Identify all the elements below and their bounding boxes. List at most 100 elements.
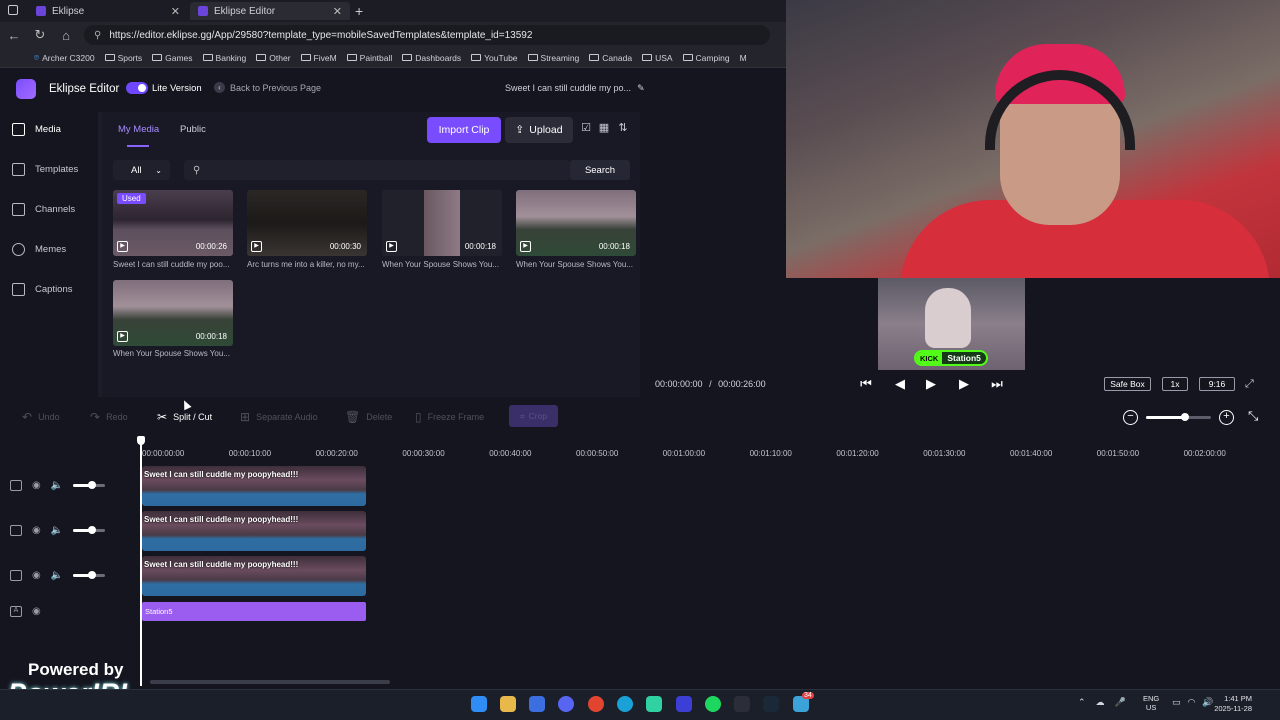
skip-to-start-icon[interactable]: ⏮: [857, 376, 875, 392]
crop-button[interactable]: ⌗ Crop: [509, 405, 558, 427]
speaker-icon[interactable]: 🔈: [51, 480, 63, 491]
monitor-icon[interactable]: ▭: [1172, 697, 1181, 708]
language-indicator[interactable]: ENG US: [1143, 694, 1159, 712]
video-clip[interactable]: Sweet I can still cuddle my poopyhead!!!: [142, 556, 366, 596]
volume-handle[interactable]: [88, 526, 97, 534]
bookmark-m[interactable]: M: [740, 53, 747, 63]
site-info-icon[interactable]: ⚲: [94, 30, 101, 41]
url-field[interactable]: ⚲ https://editor.eklipse.gg/App/29580?te…: [84, 25, 770, 45]
close-tab-icon[interactable]: ✕: [171, 5, 180, 18]
media-clip-thumbnail[interactable]: ▶ 00:00:18: [113, 280, 233, 346]
bookmark-folder-youtube[interactable]: YouTube: [471, 53, 518, 63]
tab-public[interactable]: Public: [180, 124, 206, 135]
eye-icon[interactable]: ◉: [32, 525, 41, 536]
playhead-handle[interactable]: [137, 436, 145, 445]
undo-button[interactable]: ↶ Undo: [22, 410, 60, 424]
browser-tab-editor[interactable]: Eklipse Editor ✕: [190, 2, 350, 20]
volume-handle[interactable]: [88, 571, 97, 579]
back-arrow-icon[interactable]: ←: [6, 28, 22, 43]
playhead[interactable]: [140, 438, 142, 686]
bookmark-folder-paintball[interactable]: Paintball: [346, 53, 392, 63]
freeze-frame-button[interactable]: ▯ Freeze Frame: [415, 410, 484, 424]
select-checkbox-icon[interactable]: ☑: [580, 122, 592, 134]
cloud-icon[interactable]: ☁: [1096, 697, 1105, 708]
grid-view-icon[interactable]: ▦: [598, 122, 610, 134]
sidebar-item-captions[interactable]: Captions: [12, 283, 73, 296]
file-explorer-icon[interactable]: [500, 696, 516, 712]
video-clip[interactable]: Sweet I can still cuddle my poopyhead!!!: [142, 466, 366, 506]
zoom-out-icon[interactable]: −: [1123, 410, 1138, 425]
app-icon[interactable]: [646, 696, 662, 712]
upload-button[interactable]: ⇪ Upload: [505, 117, 573, 143]
chevron-up-icon[interactable]: ⌃: [1078, 697, 1086, 708]
track-volume-slider[interactable]: [73, 481, 106, 489]
redo-button[interactable]: ↷ Redo: [90, 410, 128, 424]
store-icon[interactable]: [529, 696, 545, 712]
bookmark-folder-sports[interactable]: Sports: [104, 53, 142, 63]
sidebar-item-channels[interactable]: Channels: [12, 203, 75, 216]
fit-timeline-icon[interactable]: ⤡: [1248, 408, 1258, 424]
browser-tab-eklipse[interactable]: Eklipse ✕: [28, 2, 188, 20]
bookmark-folder-streaming[interactable]: Streaming: [527, 53, 579, 63]
media-clip-thumbnail[interactable]: ▶ 00:00:18: [516, 190, 636, 256]
aspect-ratio-button[interactable]: 9:16: [1199, 377, 1235, 391]
pencil-icon[interactable]: ✎: [637, 83, 645, 94]
video-clip[interactable]: Sweet I can still cuddle my poopyhead!!!: [142, 511, 366, 551]
speaker-icon[interactable]: 🔈: [51, 525, 63, 536]
wifi-icon[interactable]: ◠: [1188, 697, 1196, 708]
track-volume-slider[interactable]: [73, 571, 106, 579]
sidebar-item-media[interactable]: Media: [12, 123, 61, 136]
zoom-slider-handle[interactable]: [1181, 413, 1189, 421]
media-search-input[interactable]: ⚲: [184, 160, 570, 180]
volume-handle[interactable]: [88, 481, 97, 489]
eye-icon[interactable]: ◉: [32, 480, 41, 491]
app-icon[interactable]: [676, 696, 692, 712]
search-button[interactable]: Search: [570, 160, 630, 180]
split-cut-button[interactable]: ✂ Split / Cut: [157, 410, 212, 424]
chrome-icon[interactable]: [588, 696, 604, 712]
eye-icon[interactable]: ◉: [32, 570, 41, 581]
bookmark-folder-banking[interactable]: Banking: [202, 53, 246, 63]
sort-icon[interactable]: ⇅: [617, 122, 629, 134]
step-forward-icon[interactable]: ▶: [955, 376, 973, 392]
import-clip-button[interactable]: Import Clip: [427, 117, 501, 143]
bookmark-folder-camping[interactable]: Camping: [682, 53, 730, 63]
zoom-in-icon[interactable]: +: [1219, 410, 1234, 425]
bg-app-icon[interactable]: [734, 696, 750, 712]
sidebar-item-memes[interactable]: Memes: [12, 243, 66, 256]
start-icon[interactable]: [471, 696, 487, 712]
delete-button[interactable]: 🗑 Delete: [345, 410, 392, 424]
lite-version-toggle[interactable]: [126, 82, 148, 94]
reload-icon[interactable]: ↻: [32, 27, 48, 43]
discord-icon[interactable]: [558, 696, 574, 712]
skip-to-end-icon[interactable]: ⏭: [988, 376, 1006, 392]
track-volume-slider[interactable]: [73, 526, 106, 534]
spotify-icon[interactable]: [705, 696, 721, 712]
system-clock[interactable]: 1:41 PM 2025-11-28: [1208, 694, 1252, 714]
bookmark-folder-canada[interactable]: Canada: [589, 53, 632, 63]
home-icon[interactable]: ⌂: [58, 28, 74, 43]
bookmark-folder-fivem[interactable]: FiveM: [300, 53, 337, 63]
steam-icon[interactable]: [763, 696, 779, 712]
back-to-previous-page-link[interactable]: ‹ Back to Previous Page: [214, 82, 321, 93]
step-back-icon[interactable]: ◀: [891, 376, 909, 392]
text-clip[interactable]: Station5: [142, 602, 366, 621]
sidebar-item-templates[interactable]: Templates: [12, 163, 78, 176]
bookmark-folder-games[interactable]: Games: [152, 53, 193, 63]
playback-speed-button[interactable]: 1x: [1162, 377, 1188, 391]
bookmark-folder-dashboards[interactable]: Dashboards: [402, 53, 461, 63]
media-clip-thumbnail[interactable]: ▶ 00:00:18: [382, 190, 502, 256]
bookmark-archer[interactable]: ⌾ Archer C3200: [34, 52, 95, 63]
media-clip-thumbnail[interactable]: Used ▶ 00:00:26: [113, 190, 233, 256]
new-tab-icon[interactable]: +: [355, 3, 363, 19]
bookmark-folder-other[interactable]: Other: [256, 53, 291, 63]
media-filter-select[interactable]: All ⌄: [113, 160, 170, 180]
fullscreen-icon[interactable]: ⤢: [1245, 378, 1254, 391]
eye-icon[interactable]: ◉: [32, 606, 41, 617]
project-title[interactable]: Sweet I can still cuddle my po... ✎: [505, 83, 645, 94]
close-tab-icon[interactable]: ✕: [333, 5, 342, 18]
safe-box-button[interactable]: Safe Box: [1104, 377, 1151, 391]
window-menu-icon[interactable]: [8, 5, 18, 15]
separate-audio-button[interactable]: ⊞ Separate Audio: [240, 410, 318, 424]
bookmark-folder-usa[interactable]: USA: [642, 53, 673, 63]
